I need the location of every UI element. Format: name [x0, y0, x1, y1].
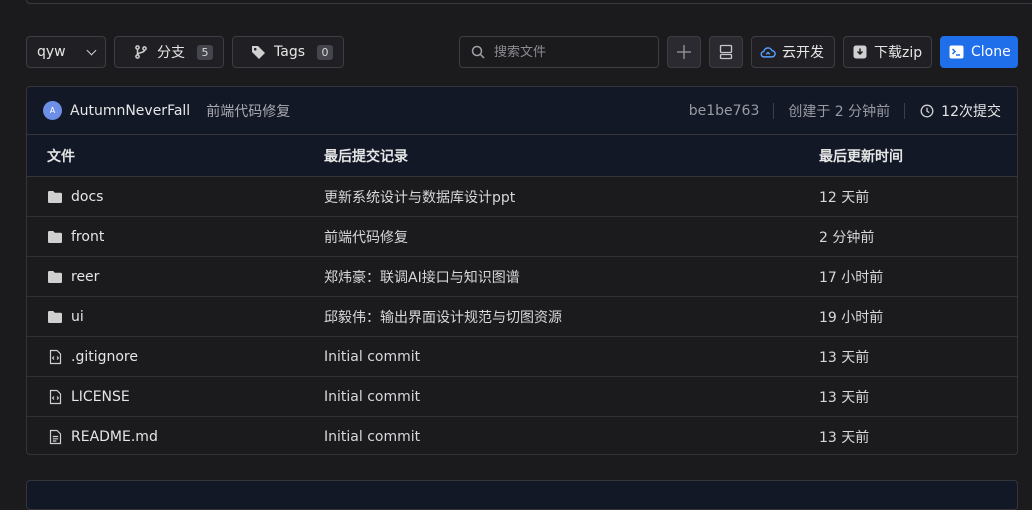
- web-ide-button[interactable]: [709, 36, 743, 68]
- commit-meta: be1be763 创建于 2 分钟前 12次提交: [689, 101, 1001, 121]
- download-icon: [852, 44, 868, 60]
- table-row[interactable]: .gitignore Initial commit 13 天前: [27, 337, 1017, 377]
- file-browser-panel: A AutumnNeverFall 前端代码修复 be1be763 创建于 2 …: [26, 86, 1018, 455]
- folder-icon: [47, 269, 63, 285]
- tag-icon: [250, 44, 266, 60]
- last-commit-message[interactable]: Initial commit: [324, 429, 819, 445]
- file-name-cell: .gitignore: [27, 349, 324, 365]
- file-name[interactable]: docs: [71, 189, 103, 205]
- search-input[interactable]: [494, 44, 644, 60]
- repo-toolbar: qyw 分支 5 Tags 0 搜索文件 云开发 下载zip Clone: [0, 0, 1032, 80]
- download-zip-label: 下载zip: [874, 45, 923, 61]
- folder-icon: [47, 309, 63, 325]
- clone-button[interactable]: Clone: [940, 36, 1018, 68]
- last-commit-message[interactable]: 更新系统设计与数据库设计ppt: [324, 187, 819, 207]
- divider: [904, 102, 906, 119]
- avatar[interactable]: A: [43, 101, 62, 120]
- last-updated-time: 13 天前: [819, 430, 870, 446]
- table-row[interactable]: docs 更新系统设计与数据库设计ppt 12 天前: [27, 177, 1017, 217]
- commits-count: 12次提交: [941, 103, 1001, 120]
- code-file-icon: [47, 389, 63, 405]
- tags-button[interactable]: Tags 0: [232, 36, 344, 68]
- file-name[interactable]: reer: [71, 269, 99, 285]
- file-name[interactable]: LICENSE: [71, 389, 130, 405]
- last-updated-time: 13 天前: [819, 389, 870, 406]
- terminal-icon: [949, 44, 964, 60]
- table-header: 文件 最后提交记录 最后更新时间: [27, 135, 1017, 177]
- header-last-commit: 最后提交记录: [324, 148, 408, 165]
- clone-label: Clone: [971, 44, 1011, 60]
- last-commit-message[interactable]: Initial commit: [324, 389, 819, 405]
- file-name-cell: docs: [27, 189, 324, 205]
- branch-select-value: qyw: [37, 44, 66, 60]
- folder-icon: [47, 189, 63, 205]
- commit-hash[interactable]: be1be763: [689, 103, 760, 119]
- file-name-cell: front: [27, 229, 324, 245]
- last-commit-message[interactable]: 郑炜豪：联调AI接口与知识图谱: [324, 267, 819, 287]
- text-file-icon: [47, 429, 63, 445]
- file-list: docs 更新系统设计与数据库设计ppt 12 天前 front 前端代码修复 …: [27, 177, 1017, 454]
- chevron-down-icon: [86, 45, 97, 55]
- latest-commit-bar: A AutumnNeverFall 前端代码修复 be1be763 创建于 2 …: [27, 87, 1017, 135]
- ide-icon: [718, 44, 734, 60]
- readme-panel: [26, 480, 1018, 510]
- table-row[interactable]: ui 邱毅伟：输出界面设计规范与切图资源 19 小时前: [27, 297, 1017, 337]
- last-updated-time: 19 小时前: [819, 309, 884, 326]
- tags-label: Tags: [274, 44, 305, 60]
- table-row[interactable]: reer 郑炜豪：联调AI接口与知识图谱 17 小时前: [27, 257, 1017, 297]
- table-row[interactable]: front 前端代码修复 2 分钟前: [27, 217, 1017, 257]
- tags-count-badge: 0: [317, 44, 333, 60]
- code-file-icon: [47, 349, 63, 365]
- download-zip-button[interactable]: 下载zip: [843, 36, 932, 68]
- cloud-dev-label: 云开发: [782, 45, 824, 61]
- folder-icon: [47, 229, 63, 245]
- last-commit-message[interactable]: 邱毅伟：输出界面设计规范与切图资源: [324, 307, 819, 327]
- file-name[interactable]: front: [71, 229, 104, 245]
- header-updated: 最后更新时间: [819, 148, 903, 165]
- commit-author[interactable]: AutumnNeverFall: [70, 103, 190, 119]
- file-name-cell: README.md: [27, 429, 324, 445]
- add-file-button[interactable]: [667, 36, 701, 68]
- file-name[interactable]: ui: [71, 309, 84, 325]
- file-name-cell: LICENSE: [27, 389, 324, 405]
- last-updated-time: 2 分钟前: [819, 229, 875, 246]
- divider: [773, 102, 775, 119]
- plus-icon: [676, 44, 692, 60]
- last-commit-message[interactable]: Initial commit: [324, 349, 819, 365]
- file-name-cell: reer: [27, 269, 324, 285]
- branch-icon: [133, 44, 149, 60]
- clock-icon: [919, 103, 935, 119]
- branches-count-badge: 5: [197, 44, 213, 60]
- cloud-icon: [760, 44, 776, 60]
- file-name[interactable]: README.md: [71, 429, 158, 445]
- cloud-dev-button[interactable]: 云开发: [751, 36, 835, 68]
- table-row[interactable]: LICENSE Initial commit 13 天前: [27, 377, 1017, 417]
- last-commit-message[interactable]: 前端代码修复: [324, 227, 819, 247]
- last-updated-time: 17 小时前: [819, 269, 884, 286]
- file-search[interactable]: [459, 36, 659, 68]
- branches-button[interactable]: 分支 5: [114, 36, 224, 68]
- file-name-cell: ui: [27, 309, 324, 325]
- table-row[interactable]: README.md Initial commit 13 天前: [27, 417, 1017, 454]
- commit-message[interactable]: 前端代码修复: [206, 101, 290, 121]
- last-updated-time: 13 天前: [819, 349, 870, 366]
- search-icon: [470, 44, 486, 60]
- commit-created-time: 创建于 2 分钟前: [788, 103, 891, 120]
- file-name[interactable]: .gitignore: [71, 349, 138, 365]
- branch-select[interactable]: qyw: [26, 36, 106, 68]
- header-file: 文件: [47, 148, 75, 165]
- last-updated-time: 12 天前: [819, 189, 870, 206]
- branches-label: 分支: [157, 45, 185, 61]
- commits-count-link[interactable]: 12次提交: [919, 101, 1001, 121]
